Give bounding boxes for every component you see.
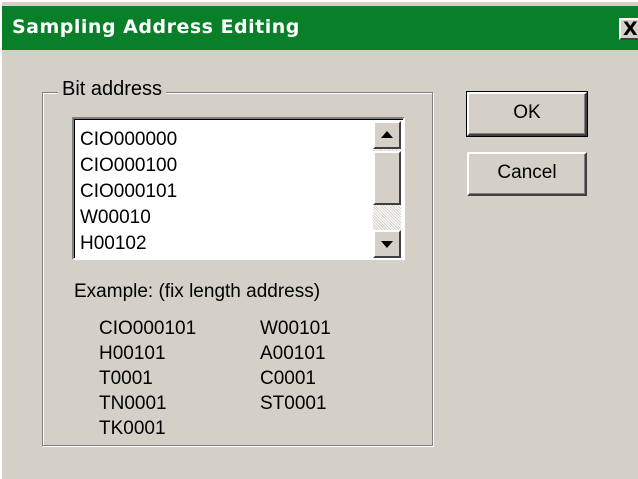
example-right-column: W00101 A00101 C0001 ST0001 [260,316,331,416]
example-address: H00101 [99,343,166,364]
example-address: C0001 [260,368,316,389]
example-address: CIO000101 [99,318,197,339]
example-address: ST0001 [260,393,327,414]
close-button[interactable]: X [619,18,638,40]
list-item[interactable]: CIO000100 [80,153,177,179]
groupbox-label: Bit address [58,78,167,101]
close-icon: X [623,18,638,40]
ok-button[interactable]: OK [466,91,588,137]
title-bar[interactable]: Sampling Address Editing [2,6,638,50]
example-address: A00101 [260,343,326,364]
scroll-thumb[interactable] [373,151,401,205]
example-address: W00101 [260,318,331,339]
list-item[interactable]: CIO000101 [80,179,177,205]
scroll-down-button[interactable] [373,230,401,258]
address-listbox[interactable]: CIO000000 CIO000100 CIO000101 W00010 H00… [72,117,405,260]
list-item[interactable]: W00010 [80,205,177,231]
dialog-window: Sampling Address Editing X Bit address C… [0,0,638,479]
vertical-scrollbar[interactable] [373,121,401,258]
example-left-column: CIO000101 H00101 T0001 TN0001 TK0001 [99,316,196,441]
window-title: Sampling Address Editing [12,16,300,38]
scroll-down-arrow-icon [381,241,393,248]
example-address: T0001 [99,368,153,389]
scroll-up-arrow-icon [381,131,393,138]
listbox-items: CIO000000 CIO000100 CIO000101 W00010 H00… [80,127,177,257]
list-item[interactable]: CIO000000 [80,127,177,153]
list-item[interactable]: H00102 [80,231,177,257]
scroll-up-button[interactable] [373,121,401,149]
cancel-button[interactable]: Cancel [467,152,587,196]
example-heading: Example: (fix length address) [74,281,321,302]
example-address: TK0001 [99,418,166,439]
example-address: TN0001 [99,393,167,414]
